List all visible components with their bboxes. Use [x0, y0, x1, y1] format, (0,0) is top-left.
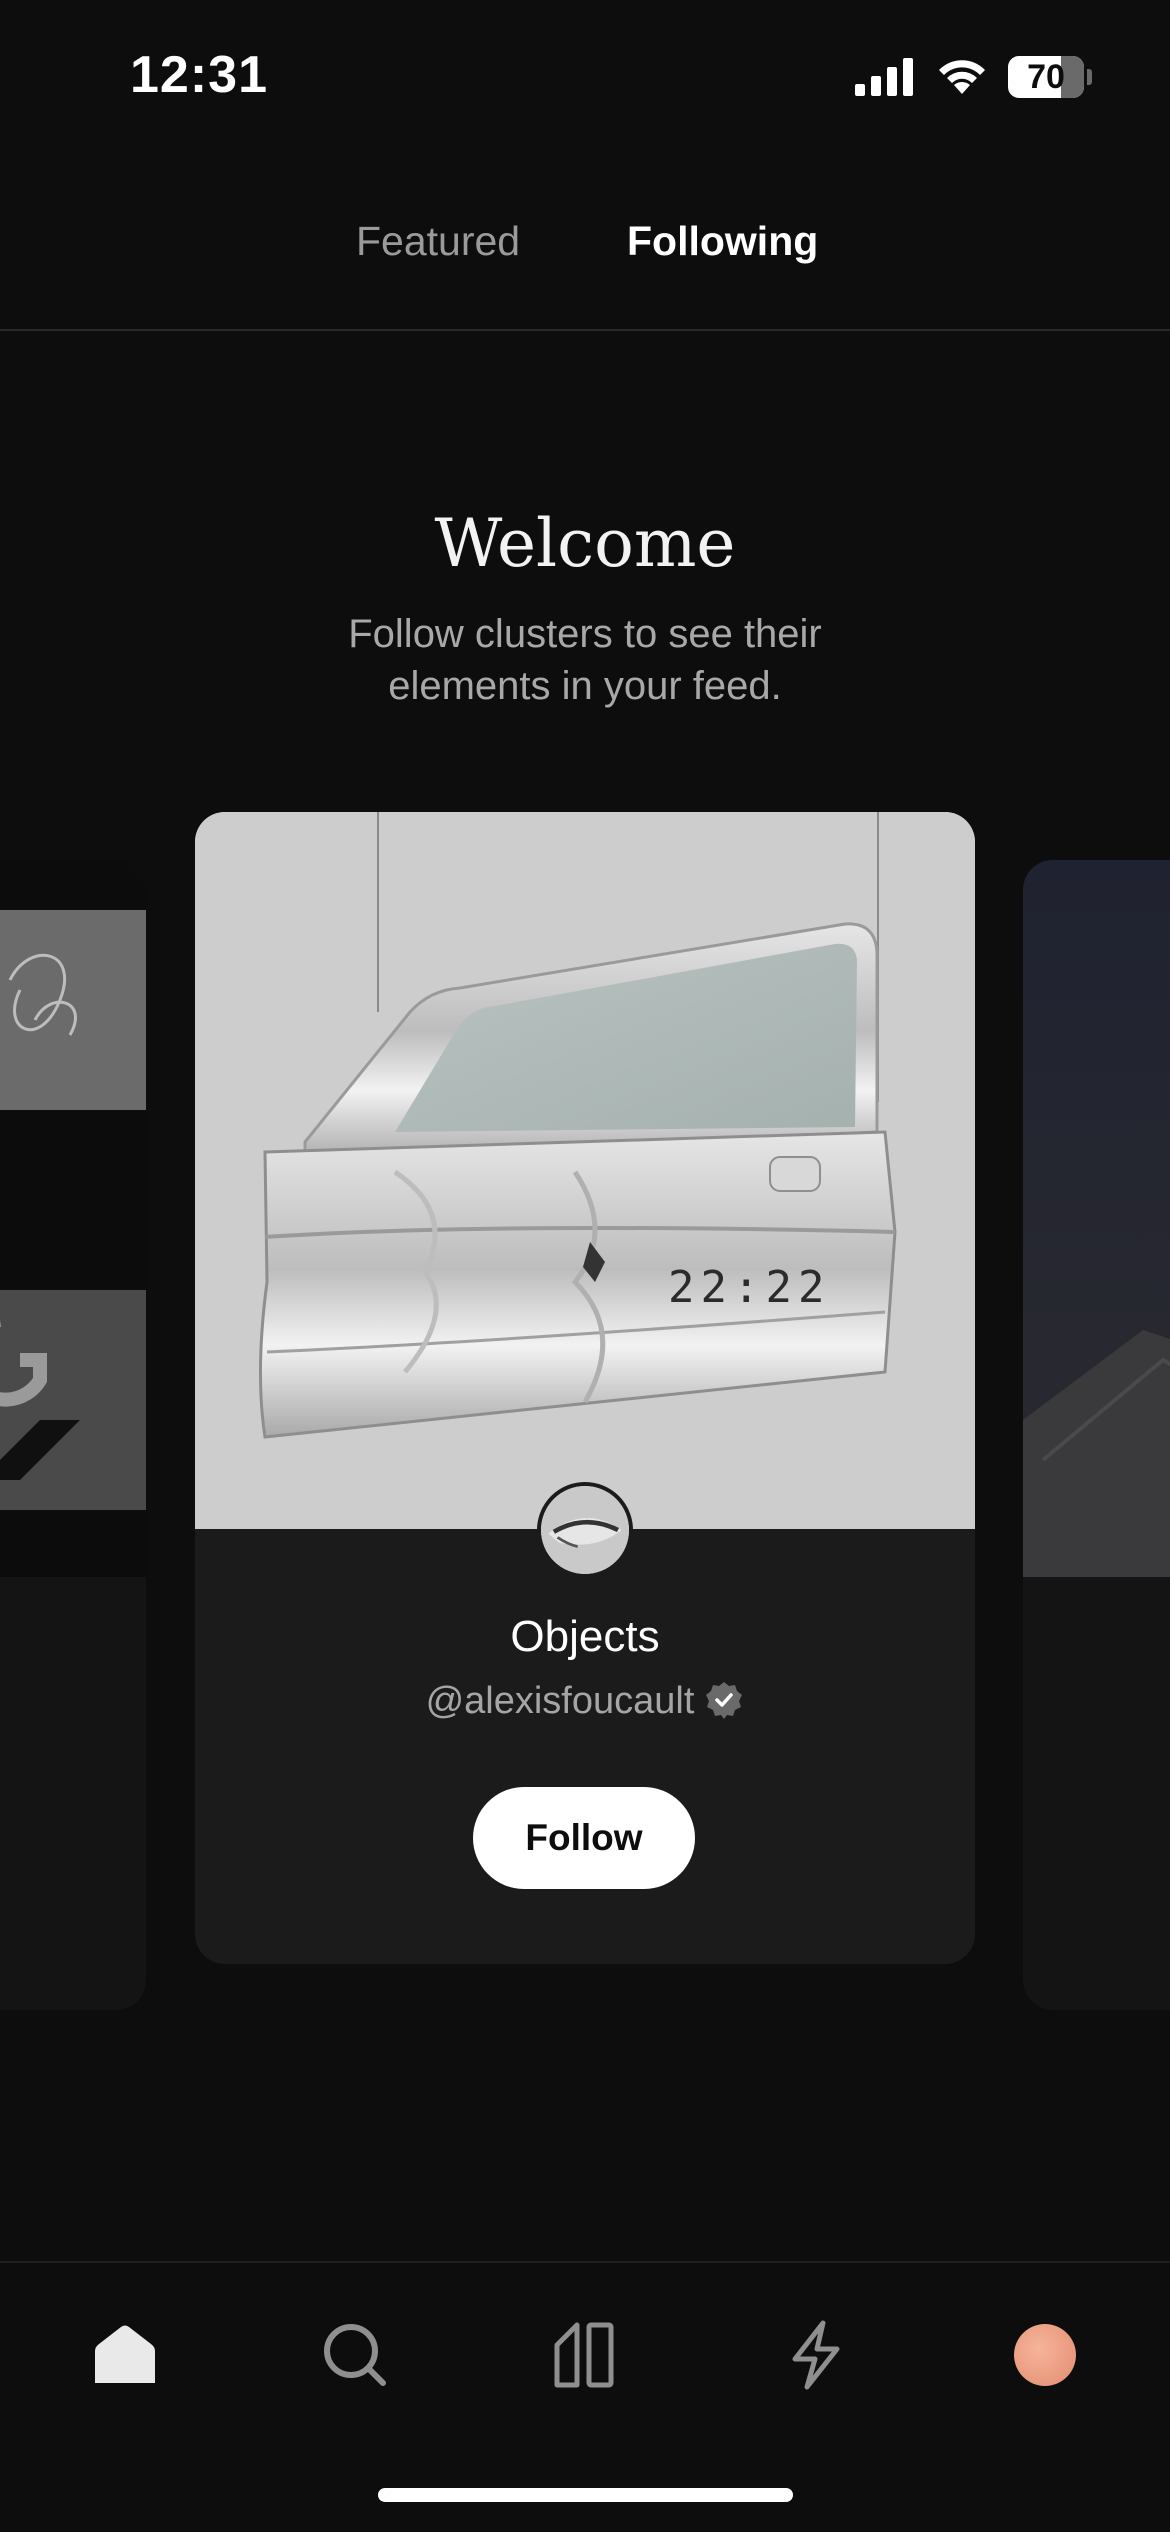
door-clock-text: 22:22 — [668, 1262, 830, 1313]
wifi-icon — [939, 60, 985, 94]
battery-icon: 70 — [1008, 56, 1092, 98]
app-screen: 12:31 70 Featured Following Welcome Foll… — [0, 0, 1170, 2532]
tab-featured[interactable]: Featured — [356, 218, 520, 265]
welcome-title: Welcome — [434, 505, 736, 582]
home-icon[interactable] — [85, 2315, 165, 2395]
cluster-card-next[interactable] — [1023, 860, 1170, 2010]
status-bar: 12:31 70 — [0, 0, 1170, 150]
cluster-card-previous[interactable] — [0, 860, 146, 2010]
cluster-owner-avatar[interactable] — [537, 1482, 633, 1578]
cluster-owner: @alexisfoucault — [195, 1680, 975, 1723]
battery-level: 70 — [1027, 58, 1065, 96]
tabs-divider — [0, 329, 1170, 331]
activity-icon[interactable] — [775, 2315, 855, 2395]
follow-button[interactable]: Follow — [473, 1787, 695, 1889]
cluster-cover-image-next — [1023, 860, 1170, 1577]
cluster-card[interactable]: 22:22 Objects @alexisfoucault Follow — [195, 812, 975, 1964]
search-icon[interactable] — [315, 2315, 395, 2395]
home-indicator[interactable] — [378, 2488, 793, 2502]
cluster-cover-image[interactable]: 22:22 — [195, 812, 975, 1529]
cluster-title: Objects — [510, 1612, 660, 1661]
tab-following[interactable]: Following — [627, 218, 818, 265]
verified-badge-icon — [706, 1681, 743, 1719]
clusters-icon[interactable] — [545, 2315, 625, 2395]
signal-icon — [855, 58, 913, 96]
cluster-owner-handle[interactable]: @alexisfoucault — [426, 1680, 695, 1722]
status-time: 12:31 — [130, 46, 268, 104]
profile-avatar[interactable] — [1005, 2315, 1085, 2395]
cluster-cover-image-previous — [0, 860, 146, 1577]
welcome-subtitle: Follow clusters to see their elements in… — [348, 612, 822, 708]
feed-tabs: Featured Following — [0, 200, 1170, 290]
